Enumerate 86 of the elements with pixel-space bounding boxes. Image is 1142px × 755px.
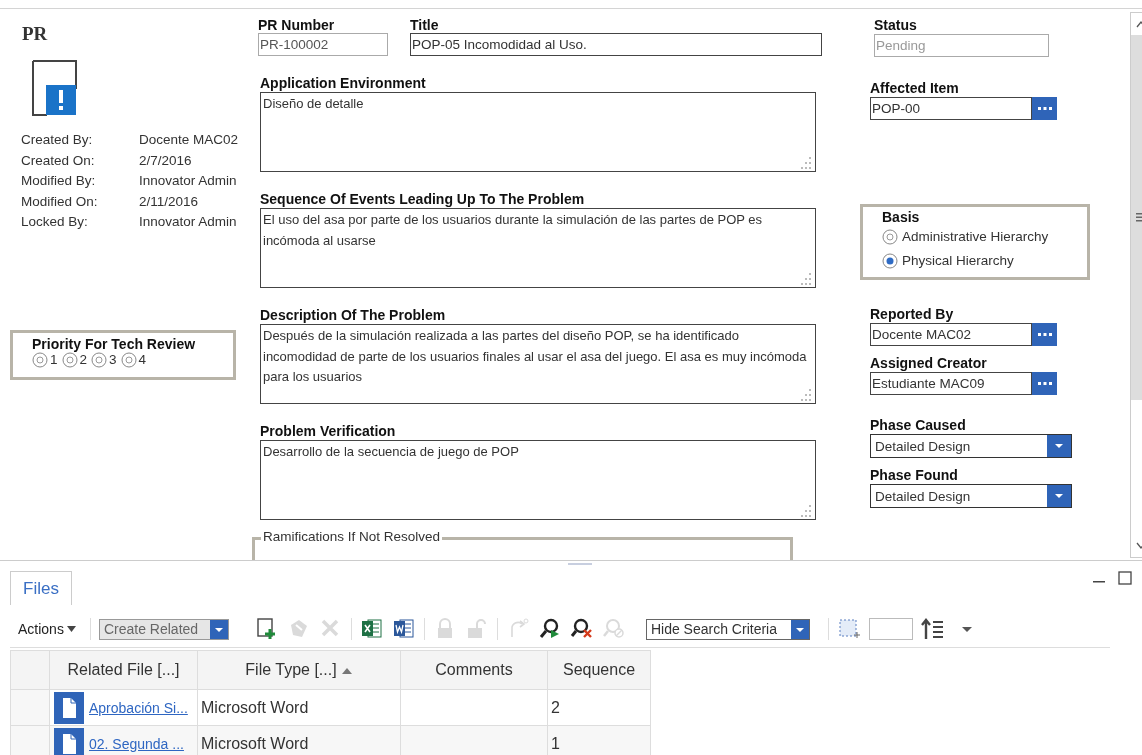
column-header[interactable]: Comments (400, 650, 548, 690)
radio-button[interactable] (32, 351, 48, 368)
browse-button[interactable] (1032, 372, 1057, 395)
search-mode-dropdown[interactable]: Hide Search Criteria (645, 618, 810, 640)
actions-menu[interactable]: Actions (10, 621, 82, 637)
input-field[interactable]: Docente MAC02 (870, 323, 1032, 346)
sort-icon[interactable] (920, 617, 945, 641)
text-area[interactable]: El uso del asa por parte de los usuarios durante la simulación de las partes de POP es incómoda al usarse (260, 208, 816, 288)
table-cell: 2 (547, 689, 651, 726)
table-cell: Microsoft Word (197, 725, 401, 755)
field-label: Status (874, 17, 918, 33)
ellipsis-icon (1036, 381, 1053, 386)
input-field[interactable]: Estudiante MAC09 (870, 372, 1032, 395)
tab[interactable]: Files (10, 571, 72, 605)
input-field[interactable]: POP-05 Incomodidad al Uso. (410, 33, 822, 56)
browse-button[interactable] (1032, 97, 1057, 120)
readonly-field: PR-100002 (258, 33, 388, 56)
file-link[interactable]: Aprobación Si... (89, 699, 188, 716)
meta-value: Innovator Admin (139, 172, 238, 190)
meta-label: Modified By: (21, 172, 97, 190)
dropdown[interactable]: Detailed Design (870, 434, 1072, 458)
ellipsis-icon (1036, 332, 1053, 337)
meta-label: Created By: (21, 131, 94, 149)
excel-icon (359, 617, 384, 641)
record-type-label: PR (22, 23, 49, 45)
radio-button[interactable] (91, 351, 108, 368)
splitter-handle[interactable] (568, 563, 592, 565)
field-label: Application Environment (260, 75, 427, 91)
group-label: Priority For Tech Review (32, 335, 197, 352)
readonly-field: Pending (874, 34, 1049, 57)
create-related-dropdown[interactable]: Create Related (98, 618, 229, 640)
select-all-icon[interactable] (836, 617, 861, 641)
maximize-icon[interactable] (1118, 571, 1132, 585)
radio-label: Administrative Hierarchy (902, 228, 1049, 246)
radio-label: Physical Hierarchy (902, 252, 1014, 270)
field-label: Assigned Creator (870, 355, 988, 371)
table-cell: Microsoft Word (197, 689, 401, 726)
resize-grip-icon[interactable] (799, 157, 813, 169)
radio-label: 3 (109, 352, 117, 367)
radio-label: 1 (50, 352, 58, 367)
column-header[interactable]: Sequence (547, 650, 651, 690)
radio-button[interactable] (120, 351, 137, 368)
field-label: Title (410, 17, 440, 33)
page-size-field[interactable] (868, 618, 913, 640)
field-label: Sequence Of Events Leading Up To The Problem (260, 191, 586, 207)
radio-label: 4 (138, 352, 147, 367)
file-link[interactable]: 02. Segunda ... (89, 735, 184, 752)
field-label: Reported By (870, 306, 955, 322)
field-label: Phase Found (870, 467, 959, 483)
text-area[interactable]: Desarrollo de la secuencia de juego de POP (260, 440, 816, 520)
document-icon (54, 691, 84, 724)
meta-value: Innovator Admin (139, 213, 238, 231)
ellipsis-icon (1036, 106, 1053, 111)
resize-grip-icon[interactable] (799, 505, 813, 517)
resize-grip-icon[interactable] (799, 389, 813, 401)
table-cell: 1 (547, 725, 651, 755)
field-label: Problem Verification (260, 423, 397, 439)
group-label: Basis (882, 209, 921, 225)
field-label: Description Of The Problem (260, 307, 447, 323)
meta-label: Locked By: (21, 213, 89, 231)
dropdown[interactable]: Detailed Design (870, 484, 1072, 508)
column-header[interactable]: Related File [...] (49, 650, 198, 690)
radio-button[interactable] (61, 351, 78, 368)
meta-label: Modified On: (21, 192, 99, 211)
field-label: Affected Item (870, 80, 960, 96)
resize-grip-icon[interactable] (799, 273, 813, 285)
field-label: PR Number (258, 17, 336, 33)
word-icon (391, 617, 416, 641)
meta-value: 2/7/2016 (139, 151, 193, 170)
meta-value: Docente MAC02 (139, 131, 240, 149)
radio-button[interactable] (882, 229, 898, 245)
column-header[interactable]: File Type [...] (197, 650, 401, 690)
toolbar-button[interactable] (391, 617, 416, 641)
text-area[interactable]: Después de la simulación realizada a las partes del diseño POP, se ha identificado incomodidad de parte de los usuarios finales al usar el asa del juego. El asa es muy incómoda para los usuarios (260, 324, 816, 404)
radio-button[interactable] (882, 253, 898, 269)
meta-value: 2/11/2016 (139, 192, 200, 211)
field-label: Phase Caused (870, 417, 967, 433)
input-field[interactable]: POP-00 (870, 97, 1032, 120)
radio-label: 2 (79, 352, 88, 367)
document-alert-icon (30, 59, 78, 117)
browse-button[interactable] (1032, 323, 1057, 346)
caret-icon (66, 626, 76, 632)
group-label: Ramifications If Not Resolved (261, 529, 443, 544)
text-area[interactable]: Diseño de detalle (260, 92, 816, 172)
search-cancel-icon (601, 617, 626, 641)
meta-label: Created On: (21, 151, 96, 170)
